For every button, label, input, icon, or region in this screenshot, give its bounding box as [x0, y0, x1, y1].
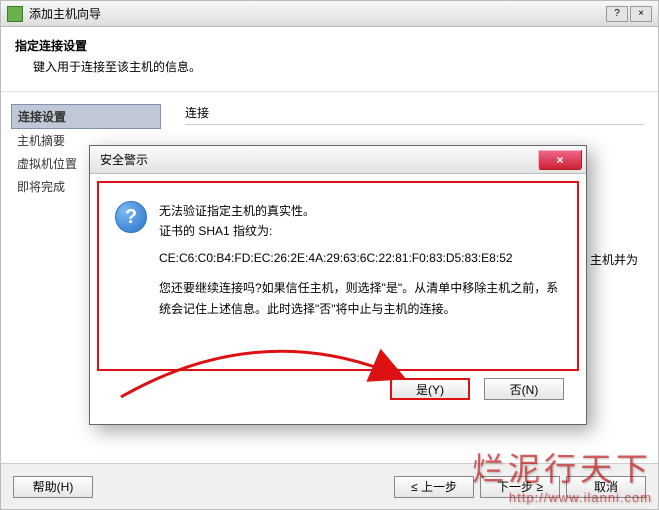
sidebar-item-connection-settings[interactable]: 连接设置 [11, 104, 161, 129]
cancel-button[interactable]: 取消 [566, 476, 646, 498]
dialog-line1: 无法验证指定主机的真实性。 [159, 201, 561, 221]
wizard-footer: 帮助(H) ≤ 上一步 下一步 ≥ 取消 [1, 463, 658, 509]
back-button[interactable]: ≤ 上一步 [394, 476, 474, 498]
page-title: 指定连接设置 [15, 37, 644, 54]
window-close-button[interactable]: × [630, 6, 652, 22]
dialog-titlebar: 安全警示 × [90, 146, 586, 174]
content-note: 主机并为 [590, 251, 638, 268]
page-subtitle: 键入用于连接至该主机的信息。 [15, 58, 644, 75]
window-title: 添加主机向导 [29, 5, 606, 22]
header-area: 指定连接设置 键入用于连接至该主机的信息。 [1, 27, 658, 92]
window-help-button[interactable]: ? [606, 6, 628, 22]
dialog-close-button[interactable]: × [538, 150, 582, 170]
connection-section-label: 连接 [185, 104, 644, 125]
next-button[interactable]: 下一步 ≥ [480, 476, 560, 498]
dialog-line2: 证书的 SHA1 指纹为: [159, 221, 561, 241]
question-icon: ? [115, 201, 147, 233]
sidebar-item-label: 即将完成 [17, 180, 65, 194]
dialog-no-button[interactable]: 否(N) [484, 378, 564, 400]
sidebar-item-label: 主机摘要 [17, 134, 65, 148]
dialog-fingerprint: CE:C6:C0:B4:FD:EC:26:2E:4A:29:63:6C:22:8… [159, 248, 561, 268]
help-button[interactable]: 帮助(H) [13, 476, 93, 498]
dialog-title: 安全警示 [100, 151, 148, 168]
dialog-paragraph: 您还要继续连接吗?如果信任主机，则选择"是"。从清单中移除主机之前，系统会记住上… [159, 278, 561, 319]
dialog-yes-button[interactable]: 是(Y) [390, 378, 470, 400]
sidebar-item-label: 虚拟机位置 [17, 157, 77, 171]
security-alert-dialog: 安全警示 × ? 无法验证指定主机的真实性。 证书的 SHA1 指纹为: CE:… [89, 145, 587, 425]
sidebar-item-label: 连接设置 [18, 110, 66, 124]
app-icon [7, 6, 23, 22]
wizard-titlebar: 添加主机向导 ? × [1, 1, 658, 27]
